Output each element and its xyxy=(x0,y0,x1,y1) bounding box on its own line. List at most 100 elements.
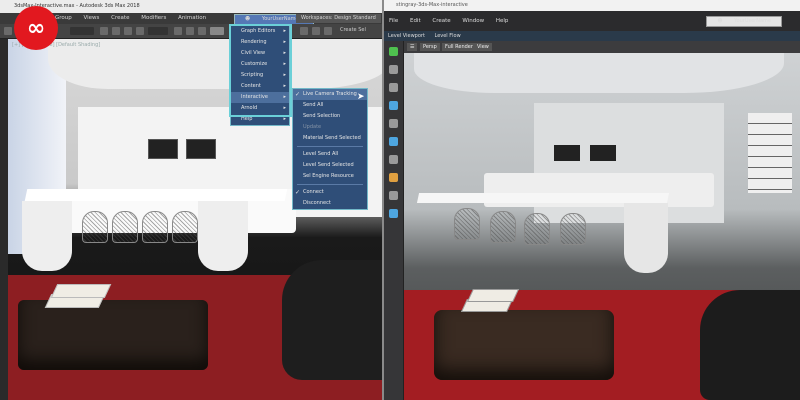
check-icon: ✓ xyxy=(295,189,301,196)
snap-icon[interactable] xyxy=(300,27,308,35)
percent-snap-icon[interactable] xyxy=(312,27,320,35)
wire-chair xyxy=(172,211,198,243)
table-pedestal xyxy=(22,201,72,271)
dining-table xyxy=(416,193,670,203)
tab-level-viewport[interactable]: Level Viewport xyxy=(384,33,429,39)
interactive-menu-edit[interactable]: Edit xyxy=(405,11,426,31)
user-icon: ☻ xyxy=(245,16,251,22)
interactive-window: stingray-3ds-Max-interactive File Edit C… xyxy=(384,0,800,400)
spinner-snap-icon[interactable] xyxy=(324,27,332,35)
max-window: 3dsMax-Interactive.max - Autodesk 3ds Ma… xyxy=(0,0,382,400)
armchair xyxy=(282,260,382,380)
scale-icon[interactable] xyxy=(389,137,398,146)
pivot-icon[interactable] xyxy=(174,27,182,35)
dining-table xyxy=(24,189,288,201)
submenu-item-label: Disconnect xyxy=(303,200,331,206)
paint-icon[interactable] xyxy=(389,209,398,218)
max-toolbar-button[interactable] xyxy=(210,27,224,35)
submenu-item-label: Send Selection xyxy=(303,113,341,119)
oven xyxy=(148,139,178,159)
submenu-item-disconnect[interactable]: Disconnect xyxy=(293,198,367,209)
link-icon[interactable] xyxy=(186,27,194,35)
rotate-icon[interactable] xyxy=(124,27,132,35)
interactive-menu-file[interactable]: File xyxy=(384,11,403,31)
wire-chair xyxy=(560,213,586,245)
book xyxy=(466,289,520,302)
tab-level-flow[interactable]: Level Flow xyxy=(431,33,465,39)
max-menu-views[interactable]: Views xyxy=(79,13,105,24)
max-menu-modifiers[interactable]: Modifiers xyxy=(136,13,171,24)
submenu-item-label: Level Send All xyxy=(303,151,339,157)
submenu-item-send-all[interactable]: Send All xyxy=(293,100,367,111)
wire-chair xyxy=(112,211,138,243)
move-icon[interactable] xyxy=(389,101,398,110)
unlink-icon[interactable] xyxy=(198,27,206,35)
max-titlebar: 3dsMax-Interactive.max - Autodesk 3ds Ma… xyxy=(0,0,382,13)
interactive-tool-sidebar xyxy=(384,41,404,400)
leather-ottoman xyxy=(18,300,208,370)
submenu-item-level-send-all[interactable]: Level Send All xyxy=(293,149,367,160)
submenu-item-label: Update xyxy=(303,124,322,130)
interactive-titlebar: stingray-3ds-Max-interactive xyxy=(384,0,800,11)
interactive-tabs: Level Viewport Level Flow xyxy=(384,31,800,41)
selection-filter-dropdown[interactable] xyxy=(70,27,94,35)
submenu-item-label: Level Send Selected xyxy=(303,162,354,168)
select-icon[interactable] xyxy=(389,83,398,92)
wire-chair xyxy=(490,211,516,243)
interactive-user-label: YourUserName xyxy=(734,18,771,24)
scale-icon[interactable] xyxy=(136,27,144,35)
menu-separator xyxy=(297,184,363,185)
submenu-item-label: Connect xyxy=(303,189,324,195)
wire-chair xyxy=(524,213,550,245)
submenu-item-connect[interactable]: ✓ Connect xyxy=(293,187,367,198)
reference-coord-dropdown[interactable] xyxy=(148,27,168,35)
interactive-menubar: File Edit Create Window Help ☻ YourUserN… xyxy=(384,11,800,31)
full-render-button[interactable]: Full Render xyxy=(442,43,476,51)
ceiling xyxy=(414,53,784,93)
create-selection-set[interactable]: Create Sel xyxy=(340,27,366,33)
submenu-item-label: Live Camera Tracking xyxy=(303,91,357,97)
check-icon: ✓ xyxy=(295,91,301,98)
logo-mark-icon: ∞ xyxy=(26,15,46,41)
view-button[interactable]: View xyxy=(474,43,492,51)
submenu-item-material-send-selected[interactable]: Material Send Selected xyxy=(293,133,367,144)
interactive-menu-create[interactable]: Create xyxy=(427,11,455,31)
viewport-menu-icon[interactable]: ☰ xyxy=(407,43,418,51)
gamepad-icon[interactable] xyxy=(389,65,398,74)
leather-ottoman xyxy=(434,310,614,380)
brush-icon[interactable] xyxy=(389,191,398,200)
persp-button[interactable]: Persp xyxy=(420,43,440,51)
max-menu-create[interactable]: Create xyxy=(106,13,134,24)
submenu-item-send-selection[interactable]: Send Selection xyxy=(293,111,367,122)
wire-chair xyxy=(454,208,480,240)
interactive-menu-window[interactable]: Window xyxy=(457,11,489,31)
logo: ∞ xyxy=(14,6,58,50)
interactive-title: stingray-3ds-Max-interactive xyxy=(396,2,468,8)
oven xyxy=(554,145,580,161)
submenu-item-label: Sel Engine Resource xyxy=(303,173,354,179)
armchair xyxy=(700,290,800,400)
move-icon[interactable] xyxy=(112,27,120,35)
submenu-item-sel-engine-resource[interactable]: Sel Engine Resource xyxy=(293,171,367,182)
menu-separator xyxy=(297,146,363,147)
light-icon[interactable] xyxy=(389,173,398,182)
interactive-viewport[interactable] xyxy=(404,53,800,400)
wire-chair xyxy=(82,211,108,243)
rotate-icon[interactable] xyxy=(389,119,398,128)
select-icon[interactable] xyxy=(100,27,108,35)
max-workspace-dropdown[interactable]: Workspaces: Design Standard xyxy=(296,14,381,23)
oven xyxy=(590,145,616,161)
submenu-item-level-send-selected[interactable]: Level Send Selected xyxy=(293,160,367,171)
max-menu-animation[interactable]: Animation xyxy=(173,13,211,24)
table-pedestal xyxy=(198,201,248,271)
play-icon[interactable] xyxy=(389,47,398,56)
user-icon: ☻ xyxy=(717,18,723,24)
snap-icon[interactable] xyxy=(389,155,398,164)
interactive-submenu: ✓ Live Camera Tracking Send All Send Sele… xyxy=(292,88,368,210)
submenu-item-live-camera-tracking[interactable]: ✓ Live Camera Tracking xyxy=(293,89,367,100)
mouse-cursor-icon: ➤ xyxy=(357,92,365,102)
interactive-user-button[interactable]: ☻ YourUserName xyxy=(706,16,782,27)
bookshelf xyxy=(748,113,792,193)
interactive-menu-help[interactable]: Help xyxy=(491,11,514,31)
undo-icon[interactable] xyxy=(4,27,12,35)
